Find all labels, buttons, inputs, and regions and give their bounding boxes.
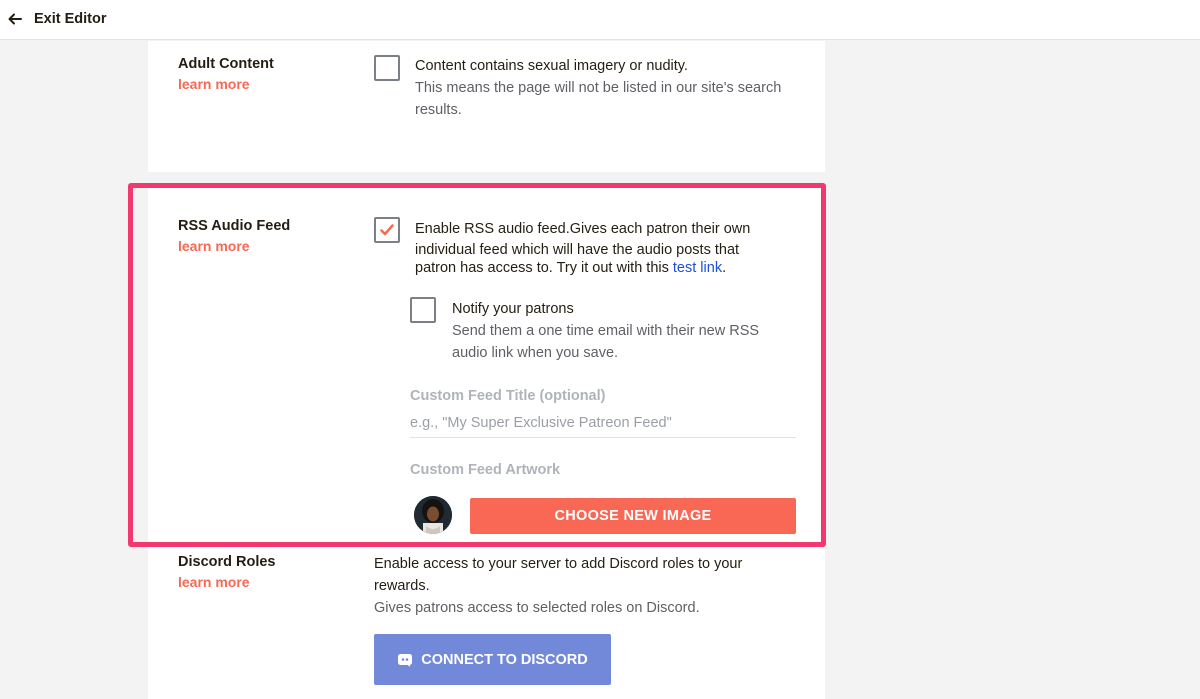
- adult-content-section: Adult Content learn more Content contain…: [148, 41, 825, 172]
- enable-rss-line2: individual feed which will have the audi…: [415, 242, 740, 258]
- adult-content-learn-more-link[interactable]: learn more: [178, 76, 250, 92]
- checkmark-icon: [380, 224, 394, 236]
- notify-patrons-desc-line1: Send them a one time email with their ne…: [452, 323, 760, 339]
- notify-patrons-desc-line2: audio link when you save.: [452, 345, 619, 361]
- top-bar: Exit Editor: [0, 0, 1200, 40]
- custom-feed-title-input[interactable]: [410, 408, 796, 438]
- adult-content-description-line2: results.: [415, 102, 462, 118]
- choose-new-image-button[interactable]: CHOOSE NEW IMAGE: [470, 498, 796, 534]
- discord-desc-line3: Gives patrons access to selected roles o…: [374, 600, 700, 616]
- adult-content-checkbox-label: Content contains sexual imagery or nudit…: [415, 58, 688, 74]
- discord-desc-line2: rewards.: [374, 578, 430, 594]
- adult-content-description-line1: This means the page will not be listed i…: [415, 80, 782, 96]
- enable-rss-line3-prefix: patron has access to. Try it out with th…: [415, 260, 673, 276]
- notify-patrons-label: Notify your patrons: [452, 301, 574, 317]
- discord-roles-section: Discord Roles learn more Enable access t…: [148, 542, 825, 699]
- custom-feed-artwork-label: Custom Feed Artwork: [410, 462, 561, 478]
- enable-rss-line3: patron has access to. Try it out with th…: [415, 258, 726, 278]
- enable-rss-checkbox[interactable]: [374, 217, 400, 243]
- avatar: [414, 496, 452, 534]
- enable-rss-line3-suffix: .: [722, 260, 727, 276]
- notify-patrons-checkbox[interactable]: [410, 297, 436, 323]
- arrow-left-icon: [8, 13, 22, 25]
- discord-learn-more-link[interactable]: learn more: [178, 574, 250, 590]
- adult-content-title: Adult Content: [178, 56, 274, 72]
- rss-audio-feed-section: RSS Audio Feed learn more Enable RSS aud…: [148, 186, 825, 542]
- exit-editor-button[interactable]: Exit Editor: [8, 8, 107, 30]
- custom-feed-title-label: Custom Feed Title (optional): [410, 388, 606, 404]
- test-link[interactable]: test link: [673, 260, 722, 276]
- enable-rss-line1: Enable RSS audio feed.Gives each patron …: [415, 221, 751, 237]
- rss-audio-feed-title: RSS Audio Feed: [178, 218, 291, 234]
- discord-roles-title: Discord Roles: [178, 554, 276, 570]
- rss-learn-more-link[interactable]: learn more: [178, 238, 250, 254]
- adult-content-checkbox[interactable]: [374, 55, 400, 81]
- discord-icon: [398, 653, 413, 667]
- connect-to-discord-button[interactable]: CONNECT TO DISCORD: [374, 634, 611, 685]
- discord-desc-line1: Enable access to your server to add Disc…: [374, 556, 743, 572]
- exit-editor-label: Exit Editor: [34, 11, 107, 27]
- connect-to-discord-label: CONNECT TO DISCORD: [421, 651, 588, 668]
